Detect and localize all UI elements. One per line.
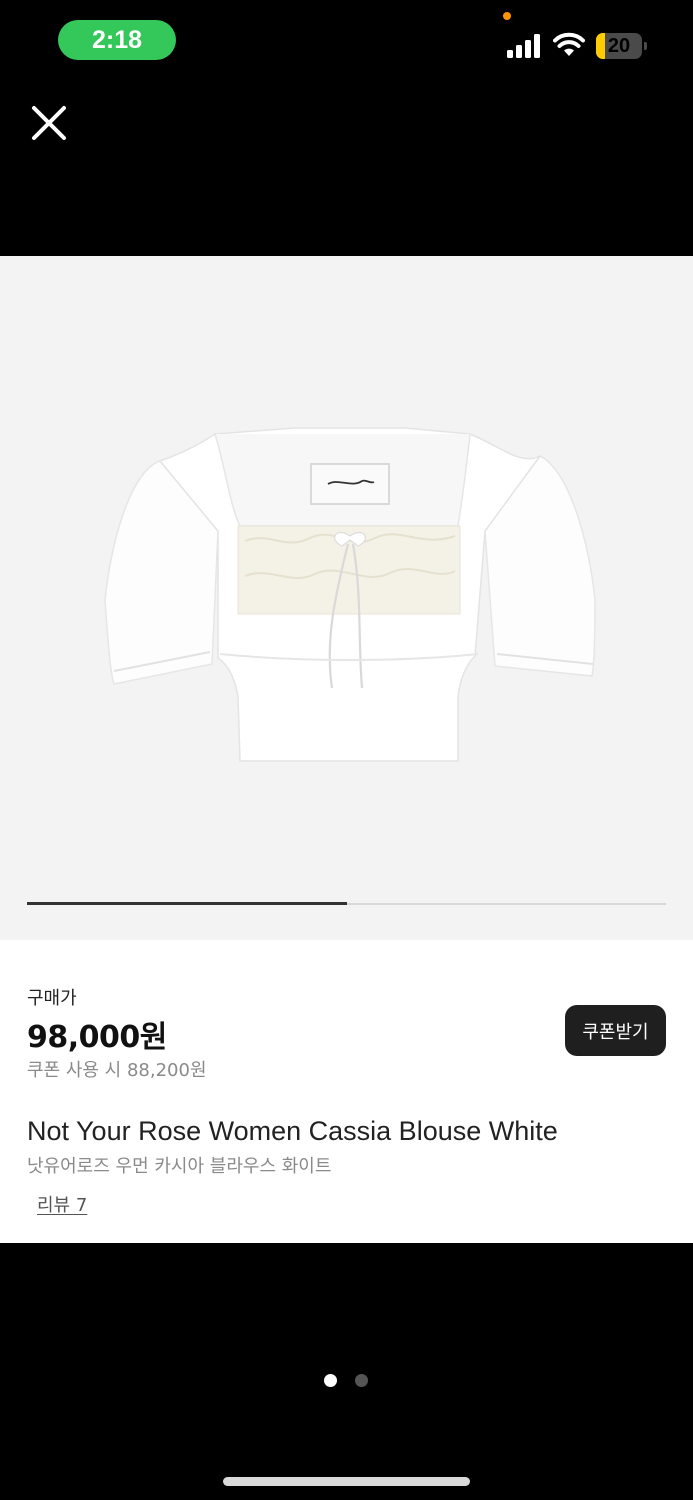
- price: 98,000원: [27, 1020, 167, 1055]
- product-name-ko: 낫유어로즈 우먼 카시아 블라우스 화이트: [27, 1156, 332, 1177]
- page-indicator: [0, 1374, 693, 1388]
- blouse-product-image: [104, 427, 596, 762]
- battery-body: 20: [596, 33, 642, 59]
- privacy-indicator-dot: [503, 12, 511, 20]
- page-dot[interactable]: [355, 1374, 368, 1387]
- image-carousel-progress-track: [27, 902, 666, 905]
- status-time: 2:18: [58, 20, 176, 60]
- wifi-icon: [553, 32, 585, 56]
- coupon-price: 쿠폰 사용 시 88,200원: [27, 1060, 207, 1081]
- price-label: 구매가: [27, 988, 77, 1009]
- signal-icon: [507, 34, 540, 58]
- product-image-gallery[interactable]: [0, 256, 693, 940]
- page-dot-active[interactable]: [324, 1374, 337, 1387]
- status-bar: 2:18 20: [0, 0, 693, 90]
- close-icon[interactable]: [30, 104, 68, 142]
- product-info-panel: 구매가 98,000원 쿠폰 사용 시 88,200원 쿠폰받기 Not You…: [0, 940, 693, 1243]
- get-coupon-button[interactable]: 쿠폰받기: [565, 1005, 666, 1056]
- image-carousel-progress: [27, 902, 347, 905]
- battery-cap: [644, 42, 647, 50]
- battery-level: 20: [607, 34, 631, 57]
- battery-icon: 20: [596, 33, 648, 59]
- home-indicator[interactable]: [223, 1477, 470, 1486]
- review-link[interactable]: 리뷰 7: [37, 1191, 87, 1217]
- product-name-en: Not Your Rose Women Cassia Blouse White: [27, 1116, 558, 1146]
